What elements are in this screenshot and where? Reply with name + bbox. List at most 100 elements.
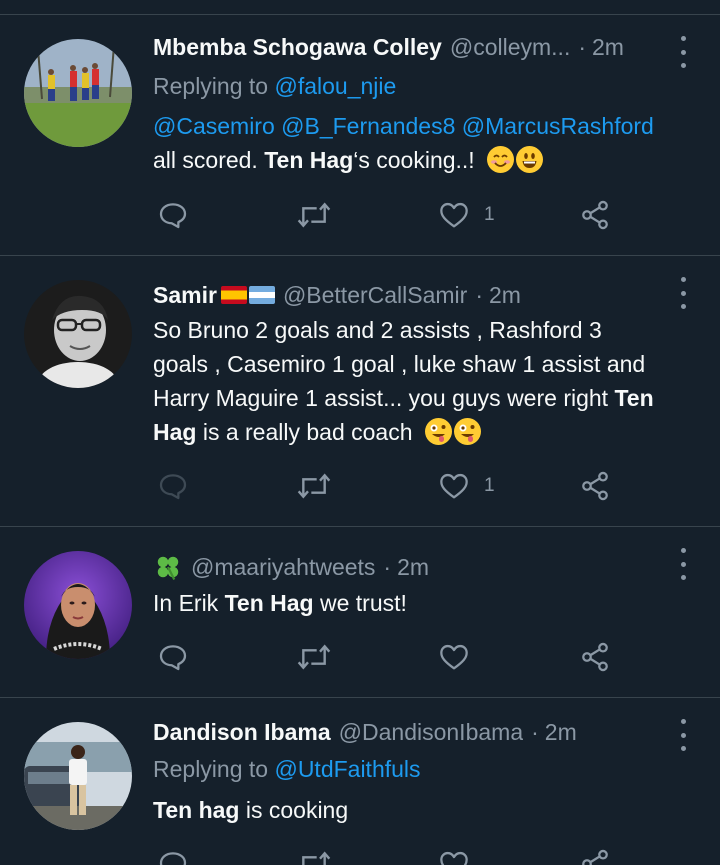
tweet-text-part: ‘s cooking..! (353, 147, 475, 173)
more-options-icon[interactable] (678, 719, 688, 751)
avatar[interactable] (24, 551, 132, 659)
display-name[interactable]: Samir (153, 277, 217, 313)
like-count: 1 (484, 475, 495, 496)
reply-icon (159, 852, 187, 865)
tweet-text-bold: Ten Hag (224, 590, 314, 616)
avatar[interactable] (24, 280, 132, 388)
avatar[interactable] (24, 722, 132, 830)
retweet-icon (297, 473, 331, 499)
tweet-text-part: In Erik (153, 590, 225, 616)
avatar[interactable] (24, 39, 132, 147)
spain-flag-icon (220, 286, 247, 304)
zany-face-emoji-icon (453, 418, 481, 445)
timestamp[interactable]: 2m (397, 549, 429, 585)
reply-icon (159, 474, 187, 500)
like-count: 1 (484, 204, 495, 225)
tweet-header: Dandison Ibama @DandisonIbama · 2m (153, 714, 660, 750)
argentina-flag-icon (248, 286, 275, 304)
four-leaf-clover-icon (153, 552, 183, 582)
tweet-text-bold: Ten hag (153, 797, 240, 823)
reply-button[interactable] (157, 846, 189, 865)
tweet-text: all scored. Ten Hag‘s cooking..! (153, 143, 696, 177)
retweet-button[interactable] (296, 468, 332, 504)
share-button[interactable] (579, 197, 611, 233)
retweet-icon (297, 202, 331, 228)
retweet-button[interactable] (296, 846, 332, 865)
tweet-text-part: is cooking (239, 797, 349, 823)
tweet[interactable]: @maariyahtweets · 2m In Erik Ten Hag we … (0, 527, 720, 698)
like-button[interactable]: 1 (438, 468, 495, 504)
reply-to-link[interactable]: @UtdFaithfuls (274, 756, 420, 782)
user-handle[interactable]: @DandisonIbama (339, 714, 523, 750)
grinning-face-emoji-icon (516, 146, 544, 173)
like-button[interactable] (438, 846, 470, 865)
tweet-text-bold: Ten Hag (264, 147, 354, 173)
heart-icon (440, 851, 468, 865)
tweet-header: @maariyahtweets · 2m (153, 549, 660, 585)
separator: · (383, 554, 392, 580)
tweet-feed: Mbemba Schogawa Colley @colleym... · 2m … (0, 0, 720, 865)
reply-context: Replying to @falou_njie (153, 69, 696, 103)
share-icon (582, 849, 608, 865)
tweet-text: Ten hag is cooking (153, 793, 696, 827)
tweet[interactable]: Mbemba Schogawa Colley @colleym... · 2m … (0, 15, 720, 256)
retweet-button[interactable] (296, 639, 332, 675)
reply-to-link[interactable]: @falou_njie (274, 73, 396, 99)
reply-button[interactable] (157, 639, 189, 675)
like-button[interactable] (438, 639, 470, 675)
share-icon (582, 471, 608, 501)
user-handle[interactable]: @maariyahtweets (191, 549, 375, 585)
tweet-text-part: all scored. (153, 147, 265, 173)
tweet-header: Mbemba Schogawa Colley @colleym... · 2m (153, 29, 660, 65)
share-button[interactable] (579, 468, 611, 504)
tweet-actions: 1 (153, 468, 633, 504)
mentions[interactable]: @Casemiro @B_Fernandes8 @MarcusRashford (153, 109, 696, 143)
display-name[interactable]: Mbemba Schogawa Colley (153, 29, 442, 65)
tweet-actions (153, 846, 633, 865)
zany-face-emoji-icon (424, 418, 452, 445)
smiling-eyes-emoji-icon (487, 146, 515, 173)
tweet-text-bold: Hag (153, 419, 197, 445)
retweet-button[interactable] (296, 197, 332, 233)
tweet[interactable]: Dandison Ibama @DandisonIbama · 2m Reply… (0, 698, 720, 865)
user-handle[interactable]: @colleym... (450, 29, 570, 65)
user-handle[interactable]: @BetterCallSamir (283, 277, 467, 313)
reply-button[interactable] (157, 197, 189, 233)
more-options-icon[interactable] (678, 36, 688, 68)
share-icon (582, 200, 608, 230)
heart-icon (440, 644, 468, 670)
timestamp[interactable]: 2m (545, 714, 577, 750)
share-icon (582, 642, 608, 672)
tweet-actions (153, 639, 633, 675)
more-options-icon[interactable] (678, 548, 688, 580)
tweet-text: In Erik Ten Hag we trust! (153, 586, 696, 620)
separator: · (475, 282, 484, 308)
timestamp[interactable]: 2m (592, 29, 624, 65)
heart-icon (440, 473, 468, 499)
reply-icon (159, 203, 187, 229)
share-button[interactable] (579, 639, 611, 675)
tweet-text-part: is a really bad coach (196, 419, 413, 445)
tweet-header: Samir @BetterCallSamir · 2m (153, 277, 660, 313)
like-button[interactable]: 1 (438, 197, 495, 233)
tweet-text-bold: Ten (614, 385, 654, 411)
reply-prefix: Replying to (153, 73, 275, 99)
tweet-text-line: Hag is a really bad coach (153, 415, 696, 449)
tweet-text-line: Harry Maguire 1 assist... you guys were … (153, 381, 696, 415)
reply-context: Replying to @UtdFaithfuls (153, 752, 696, 786)
tweet-actions: 1 (153, 197, 633, 233)
reply-button[interactable] (157, 468, 189, 504)
tweet-text-part: we trust! (313, 590, 407, 616)
retweet-icon (302, 851, 331, 865)
tweet-text-line: goals , Casemiro 1 goal , luke shaw 1 as… (153, 351, 646, 377)
separator: · (531, 719, 539, 745)
timestamp[interactable]: 2m (489, 277, 521, 313)
heart-icon (440, 202, 468, 228)
tweet[interactable]: Samir @BetterCallSamir · 2m So Bruno 2 g… (0, 256, 720, 527)
display-name[interactable]: Dandison Ibama (153, 714, 331, 750)
retweet-icon (297, 644, 331, 670)
separator: · (578, 34, 587, 60)
more-options-icon[interactable] (678, 277, 688, 309)
share-button[interactable] (579, 846, 611, 865)
tweet-text-part: Harry Maguire 1 assist... you guys were … (153, 385, 615, 411)
